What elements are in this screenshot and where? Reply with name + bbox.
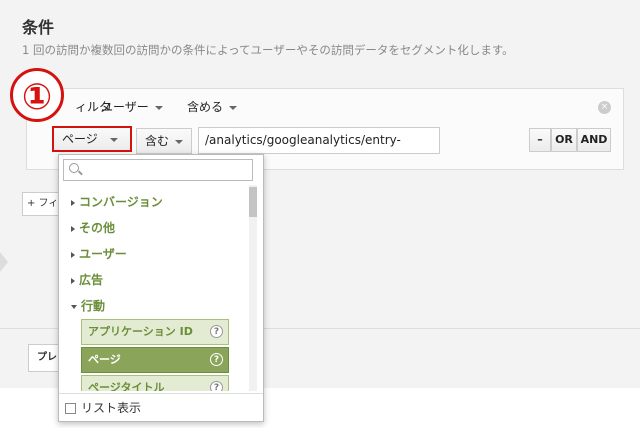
category-conversion[interactable]: コンバージョン	[71, 193, 163, 210]
category-behavior[interactable]: 行動	[71, 297, 105, 314]
chevron-right-icon	[71, 199, 75, 206]
help-icon[interactable]: ?	[210, 325, 223, 338]
dimension-item-app-id[interactable]: アプリケーション ID?	[81, 319, 229, 345]
category-ads[interactable]: 広告	[71, 271, 103, 288]
operator-label: 含む	[145, 134, 170, 148]
chevron-right-icon	[71, 225, 75, 232]
scope-dropdown[interactable]: ユーザー	[101, 97, 163, 117]
and-button[interactable]: AND	[577, 128, 611, 152]
dimension-menu: コンバージョン その他 ユーザー 広告 行動 アプリケーション ID? ページ?…	[58, 154, 264, 422]
menu-divider	[59, 393, 263, 394]
remove-condition-button[interactable]: –	[529, 128, 551, 152]
close-icon[interactable]: ×	[598, 101, 611, 114]
chevron-down-icon	[71, 304, 77, 309]
chevron-down-icon	[154, 105, 163, 110]
list-view-checkbox[interactable]	[65, 403, 76, 414]
scrollbar-thumb[interactable]	[249, 187, 257, 217]
dimension-item-page[interactable]: ページ?	[81, 347, 229, 373]
category-user[interactable]: ユーザー	[71, 245, 127, 262]
filter-header-row: ィルタ ユーザー 含める ×	[27, 97, 623, 117]
include-label: 含める	[187, 100, 224, 114]
section-title: 条件	[22, 18, 55, 37]
chevron-down-icon	[229, 105, 238, 110]
filter-value-input[interactable]: /analytics/googleanalytics/entry-53.html	[198, 127, 440, 172]
operator-dropdown[interactable]: 含む	[136, 128, 192, 154]
dimension-search-input[interactable]	[63, 159, 253, 181]
dimension-label: ページ	[62, 132, 98, 146]
collapse-arrow-icon[interactable]	[0, 252, 8, 272]
help-icon[interactable]: ?	[210, 381, 223, 391]
chevron-down-icon	[109, 137, 118, 142]
dimension-list: コンバージョン その他 ユーザー 広告 行動 アプリケーション ID? ページ?…	[59, 185, 247, 391]
section-description: 1 回の訪問か複数回の訪問かの条件によってユーザーやその訪問データをセグメント化…	[22, 43, 514, 57]
dimension-dropdown[interactable]: ページ	[52, 126, 132, 152]
search-icon	[69, 163, 79, 173]
include-dropdown[interactable]: 含める	[187, 97, 238, 117]
chevron-right-icon	[71, 251, 75, 258]
category-other[interactable]: その他	[71, 219, 115, 236]
dimension-item-page-title[interactable]: ページタイトル?	[81, 375, 229, 391]
chevron-right-icon	[71, 277, 75, 284]
add-filter-button[interactable]: + フィ	[22, 192, 62, 216]
chevron-down-icon	[175, 139, 184, 144]
list-view-label: リスト表示	[81, 401, 142, 415]
annotation-number: ①	[10, 68, 64, 122]
or-button[interactable]: OR	[551, 128, 577, 152]
help-icon[interactable]: ?	[210, 353, 223, 366]
scrollbar[interactable]	[249, 185, 257, 391]
scope-label: ユーザー	[101, 100, 149, 114]
